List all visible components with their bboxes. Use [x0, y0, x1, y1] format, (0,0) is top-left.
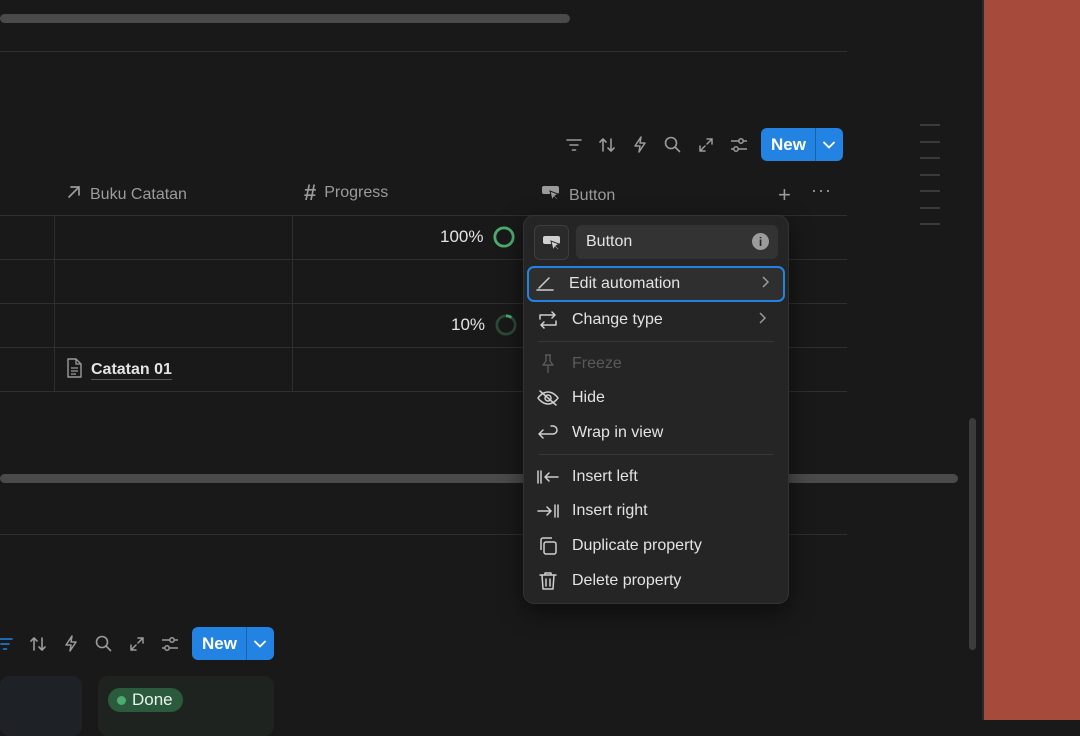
button-cursor-icon	[541, 184, 561, 207]
menu-item-insert-right[interactable]: Insert right	[532, 495, 780, 527]
sort-icon[interactable]	[590, 130, 623, 160]
new-button-label[interactable]: New	[192, 627, 247, 660]
chevron-right-icon	[758, 311, 767, 329]
new-button[interactable]: New	[761, 128, 843, 161]
new-button-label[interactable]: New	[761, 128, 816, 161]
duplicate-icon	[532, 536, 564, 556]
board-column	[0, 676, 82, 736]
menu-item-label: Hide	[572, 389, 605, 406]
wrap-icon	[532, 425, 564, 441]
chevron-down-icon[interactable]	[816, 128, 843, 161]
progress-cell[interactable]: 10%	[451, 314, 517, 336]
page-outline[interactable]	[920, 124, 940, 240]
settings-sliders-icon[interactable]	[722, 130, 755, 160]
horizontal-scrollbar-top[interactable]	[0, 14, 570, 23]
menu-item-insert-left[interactable]: Insert left	[532, 461, 780, 493]
menu-item-label: Freeze	[572, 355, 622, 372]
document-icon	[66, 358, 82, 383]
status-dot	[117, 695, 126, 705]
horizontal-scrollbar[interactable]	[0, 474, 958, 483]
menu-separator	[538, 341, 774, 342]
column-header-progress[interactable]: # Progress	[304, 180, 389, 205]
page-link-title[interactable]: Catatan 01	[91, 361, 172, 380]
pencil-icon	[529, 276, 561, 292]
change-type-icon	[532, 311, 564, 329]
lightning-icon[interactable]	[54, 629, 87, 659]
number-hash-icon: #	[304, 180, 317, 205]
trash-icon	[532, 571, 564, 591]
info-icon[interactable]: i	[752, 233, 769, 250]
menu-item-label: Change type	[572, 311, 663, 328]
relation-arrow-icon	[66, 184, 82, 205]
column-header-label: Progress	[324, 184, 389, 201]
button-cursor-icon	[542, 235, 560, 251]
eye-off-icon	[532, 389, 564, 407]
database-toolbar-bottom: New	[0, 627, 274, 660]
column-header-buku-catatan[interactable]: Buku Catatan	[66, 184, 187, 205]
menu-item-label: Edit automation	[569, 275, 681, 292]
status-badge[interactable]: Done	[108, 688, 183, 712]
property-name-input[interactable]	[584, 232, 748, 252]
expand-icon[interactable]	[689, 130, 722, 160]
progress-cell[interactable]: 100%	[440, 226, 516, 248]
insert-right-icon	[532, 503, 564, 519]
progress-ring-icon	[493, 226, 516, 248]
column-header-button[interactable]: Button	[541, 184, 615, 207]
menu-item-hide[interactable]: Hide	[532, 382, 780, 414]
search-icon[interactable]	[87, 629, 120, 659]
chevron-right-icon	[761, 275, 770, 293]
status-label: Done	[132, 690, 173, 709]
column-header-label: Buku Catatan	[90, 185, 187, 203]
menu-item-label: Wrap in view	[572, 424, 664, 441]
database-toolbar: New	[557, 128, 843, 161]
new-button[interactable]: New	[192, 627, 274, 660]
menu-item-delete-property[interactable]: Delete property	[532, 565, 780, 597]
search-icon[interactable]	[656, 130, 689, 160]
column-divider	[292, 215, 293, 391]
menu-item-label: Delete property	[572, 572, 682, 589]
property-icon-picker[interactable]	[534, 225, 569, 260]
menu-item-change-type[interactable]: Change type	[532, 304, 780, 336]
property-name-field[interactable]: i	[576, 225, 778, 259]
relation-page-link[interactable]: Catatan 01	[66, 358, 172, 383]
menu-item-wrap-in-view[interactable]: Wrap in view	[532, 417, 780, 449]
menu-item-edit-automation[interactable]: Edit automation	[527, 266, 785, 302]
more-options-icon[interactable]: ···	[811, 180, 832, 201]
divider	[0, 51, 847, 52]
menu-item-label: Duplicate property	[572, 537, 702, 554]
expand-icon[interactable]	[120, 629, 153, 659]
insert-left-icon	[532, 469, 564, 485]
filter-icon[interactable]	[0, 629, 21, 659]
sort-icon[interactable]	[21, 629, 54, 659]
add-property-icon[interactable]: +	[778, 182, 791, 208]
menu-separator	[538, 454, 774, 455]
progress-value: 100%	[440, 227, 484, 246]
chevron-down-icon[interactable]	[247, 627, 274, 660]
menu-item-label: Insert right	[572, 502, 648, 519]
progress-ring-icon	[495, 314, 517, 336]
menu-item-label: Insert left	[572, 468, 638, 485]
lightning-icon[interactable]	[623, 130, 656, 160]
menu-item-duplicate-property[interactable]: Duplicate property	[532, 530, 780, 562]
property-menu: i Edit automation Change type Freeze Hid…	[524, 216, 788, 603]
filter-icon[interactable]	[557, 130, 590, 160]
column-divider	[54, 215, 55, 391]
vertical-scrollbar[interactable]	[969, 418, 976, 650]
background-panel	[982, 0, 1080, 720]
board-column-done: Done	[98, 676, 274, 736]
progress-value: 10%	[451, 315, 486, 334]
pin-icon	[532, 354, 564, 374]
settings-sliders-icon[interactable]	[153, 629, 186, 659]
menu-item-freeze: Freeze	[532, 348, 780, 380]
column-header-label: Button	[569, 186, 616, 204]
